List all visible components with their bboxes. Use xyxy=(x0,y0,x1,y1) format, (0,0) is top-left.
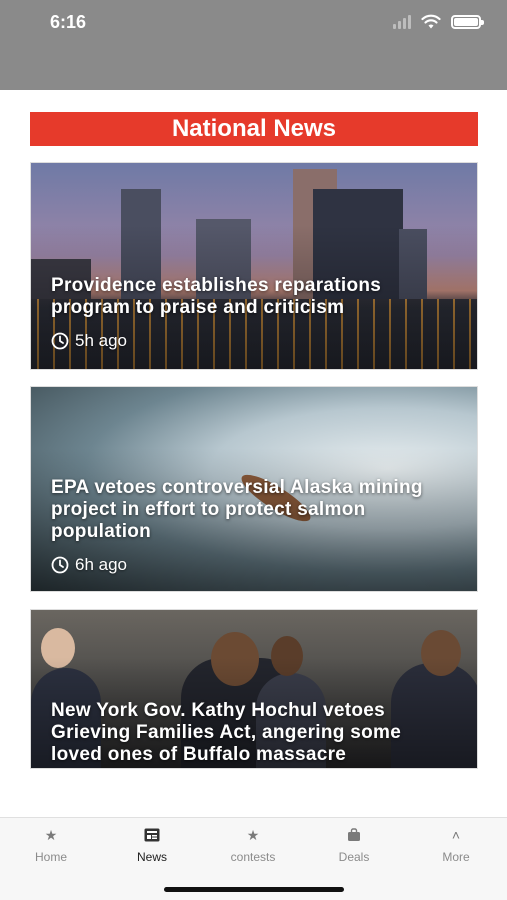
article-timestamp: 6h ago xyxy=(51,555,127,575)
article-time-text: 6h ago xyxy=(75,555,127,574)
article-card[interactable]: EPA vetoes controversial Alaska mining p… xyxy=(30,386,478,592)
nav-news[interactable]: News xyxy=(107,826,197,864)
article-card[interactable]: Providence establishes reparations progr… xyxy=(30,162,478,370)
nav-more-label: More xyxy=(442,850,470,864)
article-time-text: 5h ago xyxy=(75,331,127,350)
nav-deals-label: Deals xyxy=(338,850,370,864)
newspaper-icon xyxy=(144,828,160,842)
status-bar: 6:16 xyxy=(0,0,507,90)
star-icon: ★ xyxy=(246,827,260,843)
clock-icon xyxy=(51,332,69,350)
nav-contests-label: contests xyxy=(230,850,276,864)
nav-contests[interactable]: ★ contests xyxy=(208,826,298,864)
nav-deals[interactable]: Deals xyxy=(309,826,399,864)
star-icon: ★ xyxy=(44,827,58,843)
article-timestamp: 5h ago xyxy=(51,331,127,351)
article-title[interactable]: EPA vetoes controversial Alaska mining p… xyxy=(51,477,457,543)
chevron-up-icon: ˄ xyxy=(451,827,461,843)
status-time: 6:16 xyxy=(50,12,87,32)
nav-home-label: Home xyxy=(34,850,67,864)
status-icons xyxy=(393,14,484,30)
cellular-signal-icon xyxy=(393,15,411,29)
article-title[interactable]: New York Gov. Kathy Hochul vetoes Grievi… xyxy=(51,700,457,766)
home-indicator[interactable] xyxy=(164,887,344,892)
battery-icon xyxy=(451,15,484,29)
article-card[interactable]: New York Gov. Kathy Hochul vetoes Grievi… xyxy=(30,609,478,769)
clock-icon xyxy=(51,556,69,574)
wifi-icon xyxy=(421,14,441,29)
nav-more[interactable]: ˄ More xyxy=(411,826,501,864)
nav-home[interactable]: ★ Home xyxy=(6,826,96,864)
nav-news-label: News xyxy=(136,850,167,864)
bag-icon xyxy=(348,828,360,841)
section-title: National News xyxy=(30,112,478,146)
article-title[interactable]: Providence establishes reparations progr… xyxy=(51,275,457,319)
